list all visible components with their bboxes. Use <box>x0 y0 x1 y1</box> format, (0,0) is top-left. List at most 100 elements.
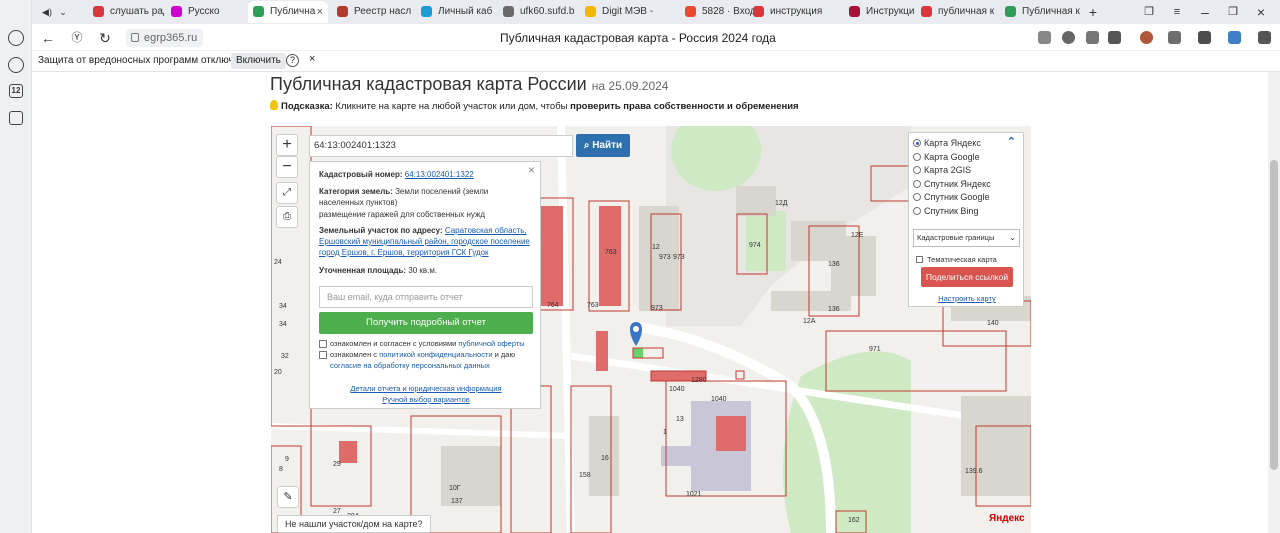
tab-favicon-icon <box>849 6 860 17</box>
extensions-icon[interactable] <box>1038 31 1051 44</box>
collections-icon[interactable]: ❐ <box>1140 3 1158 21</box>
cadastral-search-input[interactable]: 64:13:002401:1323 <box>309 135 573 157</box>
tab-label: Личный каб <box>438 6 493 17</box>
offer-link[interactable]: публичной оферты <box>458 339 524 348</box>
zoom-in-button[interactable]: + <box>276 134 298 156</box>
tab-favicon-icon <box>337 6 348 17</box>
calendar-icon[interactable]: 12 <box>9 84 23 98</box>
details-link[interactable]: Детали отчета и юридическая информация <box>310 384 542 393</box>
downloads-icon[interactable] <box>1258 31 1271 44</box>
manual-select-link[interactable]: Ручной выбор вариантов <box>310 395 542 404</box>
offer-checkbox[interactable] <box>319 340 327 348</box>
boundaries-select[interactable]: Кадастровые границы ⌄ <box>913 229 1020 247</box>
category-row: Категория земель: Земли поселений (земли… <box>319 186 534 208</box>
tab-favicon-icon <box>421 6 432 17</box>
reload-button[interactable]: ↻ <box>96 29 114 47</box>
tab-label: слушать рад <box>110 6 164 17</box>
screenshot-icon[interactable] <box>9 111 23 125</box>
history-icon[interactable] <box>8 30 24 46</box>
close-icon[interactable]: × <box>309 53 315 65</box>
search-icon: ⌕ <box>583 140 593 151</box>
tab-7[interactable]: Digit МЭВ - <box>580 1 676 23</box>
not-found-button[interactable]: Не нашли участок/дом на карте? <box>277 515 431 533</box>
extension-icon[interactable] <box>1140 31 1153 44</box>
map-parcel-label: 1040 <box>669 386 685 393</box>
tab-favicon-icon <box>503 6 514 17</box>
new-tab-button[interactable]: + <box>1084 3 1102 21</box>
search-button[interactable]: ⌕ Найти <box>576 134 630 157</box>
media-player-icon[interactable] <box>8 57 24 73</box>
restore-button[interactable]: ❐ <box>1224 3 1242 21</box>
radio-button[interactable] <box>913 179 921 188</box>
privacy-link[interactable]: политикой конфиденциальности <box>379 350 492 359</box>
layer-option[interactable]: Спутник Яндекс <box>913 178 991 190</box>
radio-button[interactable] <box>913 139 921 147</box>
url-field[interactable]: egrp365.ru <box>126 29 204 47</box>
thematic-checkbox[interactable]: Тематическая карта <box>916 255 997 264</box>
layer-option[interactable]: Спутник Bing <box>913 205 978 217</box>
tab-label: Реестр насл <box>354 6 412 17</box>
zoom-out-button[interactable]: − <box>276 156 298 178</box>
email-field[interactable]: Ваш email, куда отправить отчет <box>319 286 533 308</box>
back-button[interactable]: ← <box>39 29 57 47</box>
layer-option[interactable]: Спутник Google <box>913 191 989 203</box>
layer-option[interactable]: Карта Яндекс <box>913 137 981 149</box>
radio-button[interactable] <box>913 206 921 215</box>
tab-label: ufk60.sufd.b <box>520 6 575 17</box>
tab-9[interactable]: инструкция <box>748 1 848 23</box>
radio-button[interactable] <box>913 193 921 201</box>
tabs-menu-icon[interactable]: ⌄ <box>54 3 72 21</box>
help-icon[interactable]: ? <box>286 54 299 67</box>
close-tab-icon[interactable]: × <box>317 1 323 23</box>
tab-5[interactable]: Личный каб <box>416 1 496 23</box>
area-value: 30 кв.м. <box>408 266 438 275</box>
tab-4[interactable]: Реестр насл <box>332 1 412 23</box>
layer-option[interactable]: Карта Google <box>913 151 980 163</box>
checkbox-box[interactable] <box>916 256 923 263</box>
menu-icon[interactable]: ≡ <box>1168 3 1186 21</box>
get-report-button[interactable]: Получить подробный отчет <box>319 312 533 334</box>
bookmark-icon[interactable] <box>1108 31 1121 44</box>
close-window-button[interactable]: × <box>1252 3 1270 21</box>
collapse-icon[interactable]: ⌃ <box>1007 135 1016 148</box>
radio-button[interactable] <box>913 152 921 161</box>
tab-11[interactable]: публичная к <box>916 1 996 23</box>
reader-icon[interactable] <box>1086 31 1099 44</box>
extension-icon[interactable] <box>1168 31 1181 44</box>
setup-map-link[interactable]: Настроить карту <box>909 294 1025 303</box>
ruler-icon[interactable]: ✎ <box>277 486 299 508</box>
tab-favicon-icon <box>253 6 264 17</box>
enable-protection-button[interactable]: Включить <box>231 53 286 69</box>
tab-3[interactable]: Публична × <box>248 1 328 23</box>
yandex-icon[interactable]: Ⓨ <box>68 29 86 47</box>
share-link-button[interactable]: Поделиться ссылкой <box>921 267 1013 287</box>
map-parcel-label: 27 <box>333 508 341 515</box>
cadastral-map[interactable]: 24343432209292730410Г1371581610401131021… <box>271 126 1031 533</box>
privacy-checkbox[interactable] <box>319 351 327 359</box>
lightbulb-icon <box>270 100 278 110</box>
print-icon[interactable]: ⎙ <box>276 206 298 228</box>
headphones-icon[interactable] <box>1062 31 1075 44</box>
cad-number-link[interactable]: 64:13:002401:1322 <box>405 170 474 179</box>
tab-label: Русско <box>188 6 220 17</box>
address-label: Земельный участок по адресу: <box>319 226 443 235</box>
map-parcel-label: 973 <box>659 254 671 261</box>
tab-12[interactable]: Публичная к <box>1000 1 1080 23</box>
consent-link[interactable]: согласие на обработку персональных данны… <box>330 361 490 370</box>
tab-label: инструкция <box>770 6 823 17</box>
extension-icon[interactable] <box>1198 31 1211 44</box>
tab-2[interactable]: Русско <box>166 1 240 23</box>
tab-1[interactable]: слушать рад <box>88 1 164 23</box>
tab-6[interactable]: ufk60.sufd.b <box>498 1 578 23</box>
tab-10[interactable]: Инструкции <box>844 1 914 23</box>
scrollbar-thumb[interactable] <box>1270 160 1278 470</box>
radio-button[interactable] <box>913 166 921 174</box>
privacy-text: ознакомлен с политикой конфиденциальност… <box>330 349 535 371</box>
minimize-button[interactable]: – <box>1196 3 1214 21</box>
extension-icon[interactable] <box>1228 31 1241 44</box>
layer-option[interactable]: Карта 2GIS <box>913 164 971 176</box>
offer-label: ознакомлен и согласен с условиями <box>330 339 459 348</box>
map-parcel-label: 974 <box>749 242 761 249</box>
fullscreen-icon[interactable]: ⤢ <box>276 182 298 204</box>
page-scrollbar[interactable] <box>1268 72 1280 533</box>
